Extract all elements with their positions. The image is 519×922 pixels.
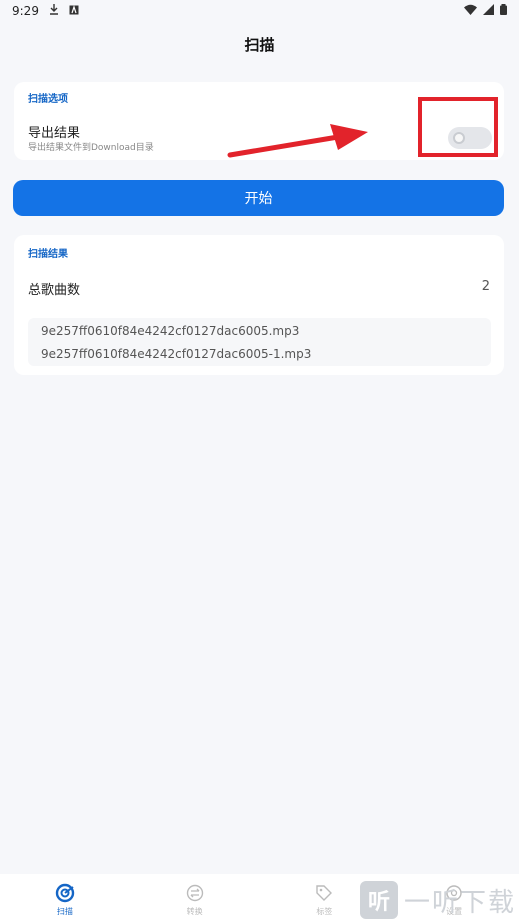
wifi-icon [464,4,477,18]
app-notification-icon [69,4,79,18]
scan-icon [54,882,76,904]
start-button[interactable]: 开始 [13,180,504,216]
nav-label-tag: 标签 [316,907,333,916]
watermark-text: 一听下载 [404,887,517,918]
annotation-highlight-box [418,97,498,157]
scan-results-card: 扫描结果 总歌曲数 2 9e257ff0610f84e4242cf0127dac… [14,235,504,375]
total-songs-label: 总歌曲数 [28,283,81,298]
nav-item-scan[interactable]: 扫描 [0,874,130,922]
nav-label-scan: 扫描 [56,907,73,916]
annotation-arrow-icon [227,124,368,158]
tag-icon [313,882,335,904]
total-songs-count: 2 [481,279,490,294]
nav-label-convert: 转换 [186,907,203,916]
watermark-logo: 听 [360,881,398,919]
nav-item-convert[interactable]: 转换 [130,874,260,922]
battery-icon [500,4,507,18]
export-results-title: 导出结果 [28,126,81,141]
watermark: 听 一听下载 [360,880,516,920]
status-bar: 9:29 [0,0,519,22]
download-icon [49,4,59,18]
scan-options-label: 扫描选项 [28,94,68,105]
signal-icon [483,4,494,18]
scan-results-label: 扫描结果 [28,249,68,260]
list-item[interactable]: 9e257ff0610f84e4242cf0127dac6005.mp3 [41,323,491,346]
export-results-subtitle: 导出结果文件到Download目录 [28,143,154,153]
file-list: 9e257ff0610f84e4242cf0127dac6005.mp3 9e2… [28,318,491,366]
convert-icon [184,882,206,904]
list-item[interactable]: 9e257ff0610f84e4242cf0127dac6005-1.mp3 [41,346,491,369]
page-title: 扫描 [244,36,275,54]
status-time: 9:29 [12,4,39,18]
